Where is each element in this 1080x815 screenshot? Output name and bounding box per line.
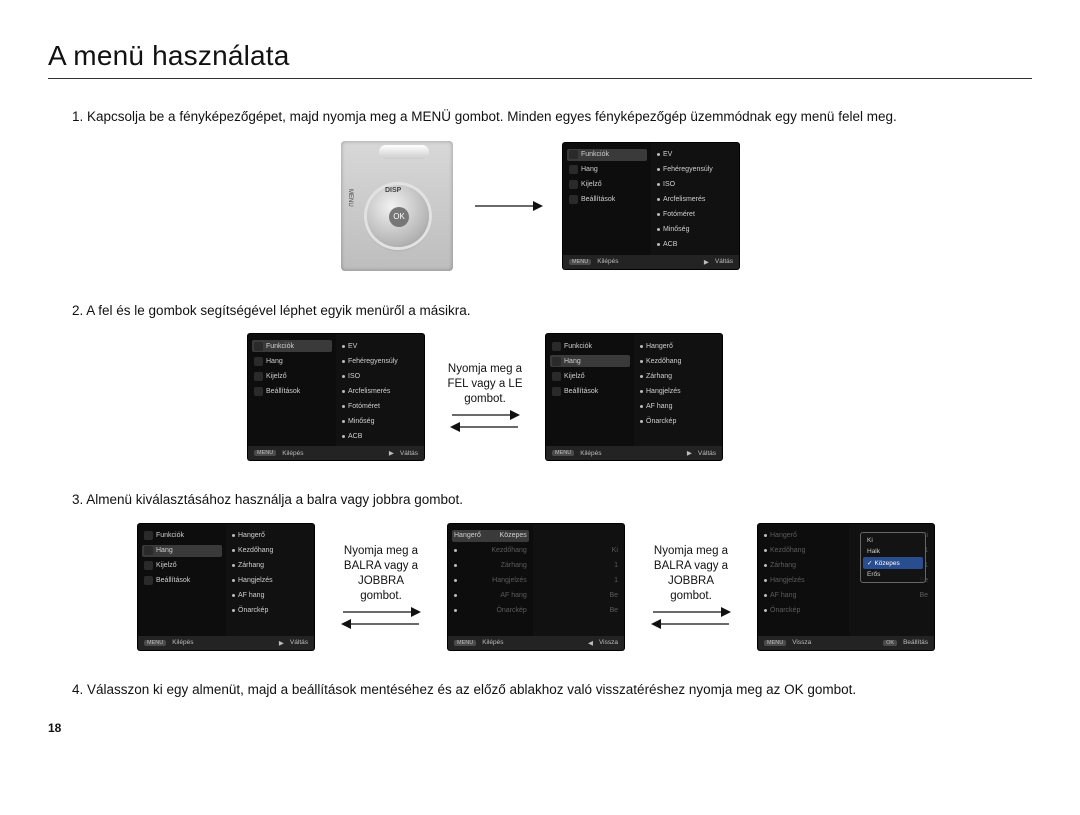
arrow-right-icon <box>473 199 543 213</box>
display-icon <box>144 561 153 570</box>
step-4-text: 4. Válasszon ki egy almenüt, majd a beál… <box>72 680 1032 700</box>
gear-icon <box>144 576 153 585</box>
arrow-left-right-1: Nyomja meg a BALRA vagy a JOBBRA gombot. <box>334 544 428 630</box>
speaker-icon <box>144 546 153 555</box>
option-halk: Halk <box>863 546 923 557</box>
menu-button-label: MENU <box>347 189 353 207</box>
right-icon: ▶ <box>704 258 709 266</box>
display-icon <box>569 180 578 189</box>
lcd-screen-funkciok-2: Funkciók Hang Kijelző Beállítások EV Feh… <box>248 334 424 460</box>
gear-icon <box>254 387 263 396</box>
menu-pill: MENU <box>569 259 591 265</box>
step-2-row: Funkciók Hang Kijelző Beállítások EV Feh… <box>248 334 1032 460</box>
option-eros: Erős <box>863 569 923 580</box>
speaker-icon <box>569 165 578 174</box>
camera-icon <box>254 342 263 351</box>
arrow-left-right-2: Nyomja meg a BALRA vagy a JOBBRA gombot. <box>644 544 738 630</box>
title-rule <box>48 78 1032 79</box>
step-2-text: 2. A fel és le gombok segítségével léphe… <box>72 301 1032 321</box>
step-1-row: DISP OK MENU Funkciók Hang Kijelző Beáll… <box>48 141 1032 271</box>
step-1-text: 1. Kapcsolja be a fényképezőgépet, majd … <box>72 107 1032 127</box>
camera-icon <box>569 150 578 159</box>
speaker-icon <box>254 357 263 366</box>
option-ki: Ki <box>863 535 923 546</box>
manual-page: A menü használata 1. Kapcsolja be a fény… <box>0 0 1080 765</box>
display-icon <box>552 372 561 381</box>
camera-icon <box>144 531 153 540</box>
option-kozepes: ✓Közepes <box>863 557 923 569</box>
camera-icon <box>552 342 561 351</box>
gear-icon <box>569 195 578 204</box>
lcd-screen-volume-popup: Hangerő Kezdőhang Zárhang Hangjelzés AF … <box>758 524 934 650</box>
step-3-text: 3. Almenü kiválasztásához használja a ba… <box>72 490 1032 510</box>
ok-button: OK <box>389 207 409 227</box>
display-icon <box>254 372 263 381</box>
camera-illustration: DISP OK MENU <box>341 141 453 271</box>
lcd-screen-hang: Funkciók Hang Kijelző Beállítások Hanger… <box>546 334 722 460</box>
step-3-row: Funkciók Hang Kijelző Beállítások Hanger… <box>138 524 1032 650</box>
volume-options-popup: Ki Halk ✓Közepes Erős <box>860 532 926 583</box>
lcd-screen-hang-2: Funkciók Hang Kijelző Beállítások Hanger… <box>138 524 314 650</box>
lcd-screen-hangero: HangerőKözepes Kezdőhang Zárhang Hangjel… <box>448 524 624 650</box>
page-number: 18 <box>48 721 1032 735</box>
page-title: A menü használata <box>48 40 1032 72</box>
speaker-icon <box>552 357 561 366</box>
disp-label: DISP <box>385 187 401 194</box>
lcd-screen-funkciok: Funkciók Hang Kijelző Beállítások EV Feh… <box>563 143 739 269</box>
arrow-up-down: Nyomja meg a FEL vagy a LE gombot. <box>444 362 526 433</box>
gear-icon <box>552 387 561 396</box>
